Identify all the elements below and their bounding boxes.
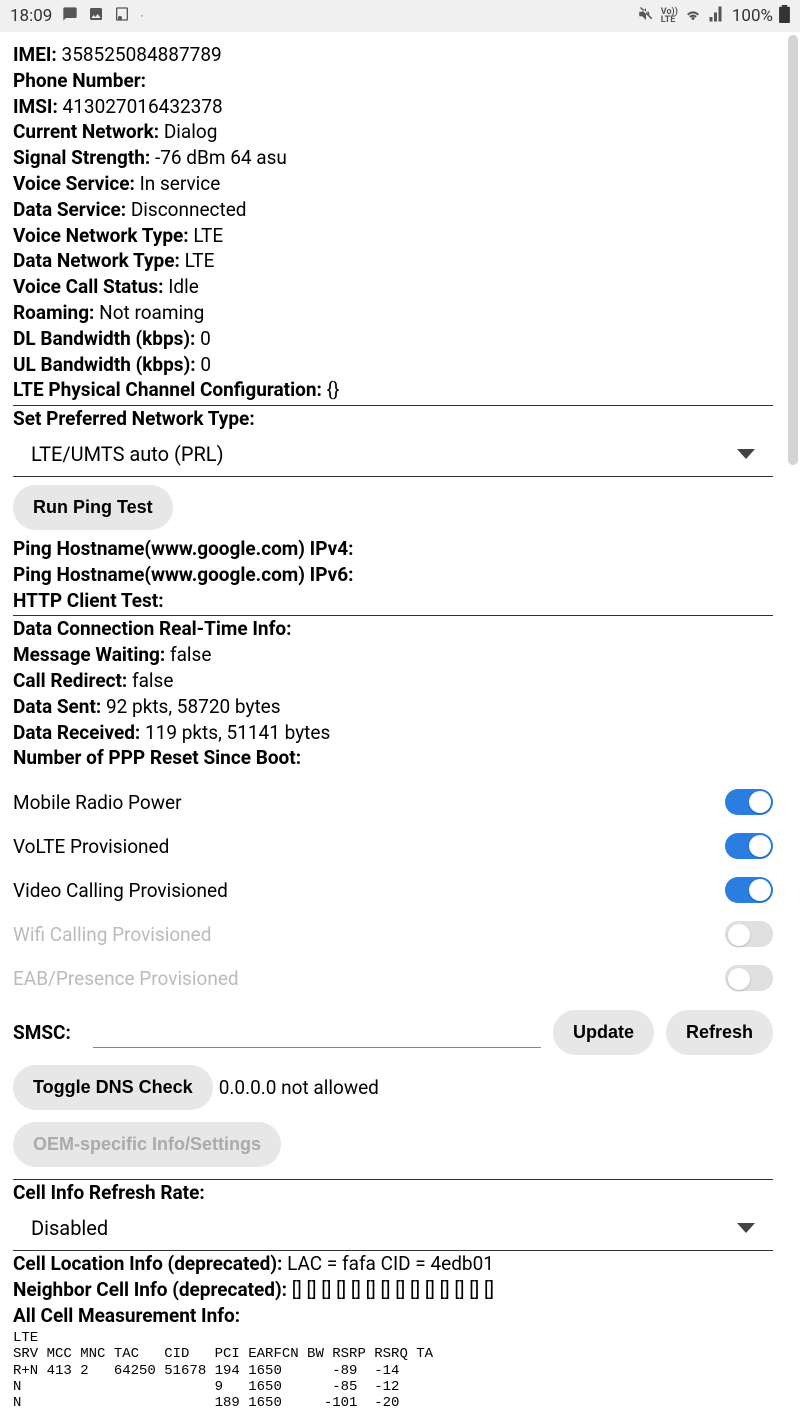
video-calling-provisioned-row: Video Calling Provisioned [13,868,773,912]
data-sent-value: 92 pkts, 58720 bytes [106,695,281,718]
battery-percent: 100% [732,6,773,26]
lte-pcc-value: {} [327,378,340,401]
wifi-calling-provisioned-toggle [725,921,773,947]
current-network-value: Dialog [164,120,218,143]
roaming-value: Not roaming [99,301,204,324]
lte-pcc-label: LTE Physical Channel Configuration: [13,378,322,401]
cell-location-info-value: LAC = fafa CID = 4edb01 [287,1252,494,1275]
oem-specific-info-button[interactable]: OEM-specific Info/Settings [13,1122,281,1167]
dropdown-arrow-icon [737,449,755,459]
status-bar: 18:09 · Vo))LTE 100% [0,0,800,32]
message-waiting-label: Message Waiting: [13,643,165,666]
ul-bandwidth-label: UL Bandwidth (kbps): [13,353,196,376]
call-redirect-label: Call Redirect: [13,669,127,692]
smsc-input[interactable] [93,1018,541,1048]
dropdown-arrow-icon [737,1223,755,1233]
signal-strength-value: -76 dBm 64 asu [155,146,287,169]
http-client-test-label: HTTP Client Test: [13,589,164,612]
current-network-label: Current Network: [13,120,159,143]
neighbor-cell-info-label: Neighbor Cell Info (deprecated): [13,1278,287,1301]
cell-info-refresh-rate-label: Cell Info Refresh Rate: [13,1181,205,1204]
volte-provisioned-toggle[interactable] [725,833,773,859]
ul-bandwidth-value: 0 [200,353,211,376]
notification-image-icon [88,6,104,27]
dl-bandwidth-value: 0 [200,327,211,350]
data-network-type-label: Data Network Type: [13,249,180,272]
cell-location-info-label: Cell Location Info (deprecated): [13,1252,282,1275]
dl-bandwidth-label: DL Bandwidth (kbps): [13,327,195,350]
signal-strength-label: Signal Strength: [13,146,150,169]
video-calling-provisioned-toggle[interactable] [725,877,773,903]
data-service-label: Data Service: [13,198,126,221]
data-service-value: Disconnected [131,198,247,221]
call-redirect-value: false [132,669,173,692]
wifi-icon [684,5,702,28]
volte-provisioned-row: VoLTE Provisioned [13,824,773,868]
imsi-label: IMSI: [13,95,58,118]
imei-value: 358525084887789 [62,43,222,66]
ping-ipv6-label: Ping Hostname(www.google.com) IPv6: [13,563,353,586]
eab-presence-provisioned-row: EAB/Presence Provisioned [13,956,773,1000]
wifi-calling-provisioned-row: Wifi Calling Provisioned [13,912,773,956]
mobile-radio-power-toggle[interactable] [725,789,773,815]
voice-service-value: In service [140,172,221,195]
notification-dot-icon: · [140,9,143,23]
mobile-radio-power-label: Mobile Radio Power [13,791,182,814]
ppp-reset-label: Number of PPP Reset Since Boot: [13,746,301,769]
notification-chat-icon [62,6,78,27]
wifi-calling-provisioned-label: Wifi Calling Provisioned [13,923,211,946]
preferred-network-selected: LTE/UMTS auto (PRL) [31,442,224,466]
eab-presence-provisioned-label: EAB/Presence Provisioned [13,967,239,990]
data-sent-label: Data Sent: [13,695,101,718]
imsi-value: 413027016432378 [63,95,223,118]
smsc-update-button[interactable]: Update [553,1010,654,1055]
volte-provisioned-label: VoLTE Provisioned [13,835,169,858]
phone-number-label: Phone Number: [13,69,146,92]
run-ping-test-button[interactable]: Run Ping Test [13,485,173,530]
cell-info-refresh-rate-dropdown[interactable]: Disabled [13,1208,773,1248]
data-connection-realtime-header: Data Connection Real-Time Info: [13,617,291,640]
eab-presence-provisioned-toggle [725,965,773,991]
neighbor-cell-info-value: [] [] [] [] [] [] [] [] [] [] [] [] [] [… [292,1278,494,1301]
cell-measurement-table: LTE SRV MCC MNC TAC CID PCI EARFCN BW RS… [13,1330,773,1410]
data-received-value: 119 pkts, 51141 bytes [145,721,330,744]
mute-icon [637,5,655,28]
volte-icon: Vo))LTE [661,8,678,24]
voice-network-type-value: LTE [193,224,223,247]
voice-call-status-label: Voice Call Status: [13,275,163,298]
data-network-type-value: LTE [185,249,215,272]
toggle-dns-check-button[interactable]: Toggle DNS Check [13,1065,213,1110]
preferred-network-dropdown[interactable]: LTE/UMTS auto (PRL) [13,434,773,474]
imei-label: IMEI: [13,43,57,66]
signal-icon [708,5,726,28]
preferred-network-label: Set Preferred Network Type: [13,407,255,430]
message-waiting-value: false [170,643,211,666]
mobile-radio-power-row: Mobile Radio Power [13,780,773,824]
cell-info-refresh-rate-selected: Disabled [31,1216,108,1240]
data-received-label: Data Received: [13,721,140,744]
smsc-label: SMSC: [13,1021,71,1044]
voice-call-status-value: Idle [168,275,199,298]
video-calling-provisioned-label: Video Calling Provisioned [13,879,228,902]
voice-network-type-label: Voice Network Type: [13,224,189,247]
dns-status-text: 0.0.0.0 not allowed [219,1076,379,1099]
smsc-refresh-button[interactable]: Refresh [666,1010,773,1055]
notification-card-icon [114,6,130,27]
scrollbar[interactable] [788,35,798,465]
voice-service-label: Voice Service: [13,172,135,195]
ping-ipv4-label: Ping Hostname(www.google.com) IPv4: [13,537,353,560]
roaming-label: Roaming: [13,301,94,324]
battery-icon [779,5,790,28]
status-time: 18:09 [10,6,52,26]
all-cell-measurement-label: All Cell Measurement Info: [13,1304,240,1327]
